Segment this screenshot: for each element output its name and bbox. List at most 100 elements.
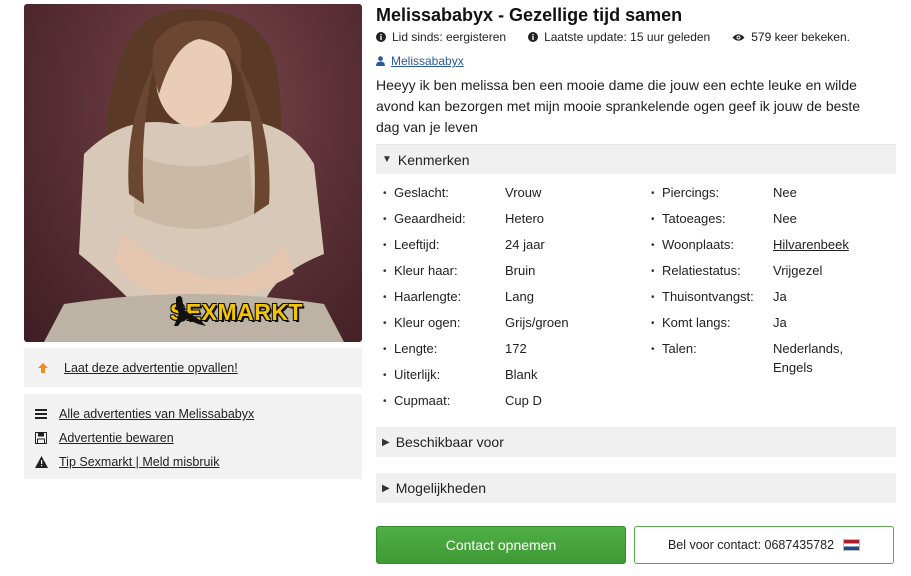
property-row: • Cupmaat: Cup D (383, 391, 569, 417)
properties-right: • Piercings: Nee • Tatoeages: Nee • Woonplaat… (651, 183, 883, 383)
property-key: Thuisontvangst: (662, 289, 754, 304)
property-key: Tatoeages: (662, 211, 726, 226)
property-row: • Relatiestatus: Vrijgezel (651, 261, 883, 287)
report-row: Tip Sexmarkt | Meld misbruik (34, 450, 362, 474)
property-row: • Talen: Nederlands, Engels (651, 339, 883, 383)
arrow-up-icon (36, 362, 50, 374)
city-link[interactable]: Hilvarenbeek (773, 235, 849, 261)
advertiser: Melissababyx (376, 54, 464, 68)
property-row: • Leeftijd: 24 jaar (383, 235, 569, 261)
property-value: Nee (773, 185, 797, 200)
all-ads-link[interactable]: Alle advertenties van Melissababyx (59, 407, 254, 421)
bullet-icon: • (383, 214, 387, 225)
bullet-icon: • (651, 266, 655, 277)
ad-title: Melissababyx - Gezellige tijd samen (376, 5, 683, 25)
sexmarkt-watermark: SEXMARKT (170, 292, 303, 332)
property-key: Woonplaats: (662, 237, 735, 252)
property-row: • Kleur ogen: Grijs/groen (383, 313, 569, 339)
property-row: • Kleur haar: Bruin (383, 261, 569, 287)
bullet-icon: • (651, 318, 655, 329)
property-value: Nee (773, 211, 797, 226)
ad-description: Heeyy ik ben melissa ben een mooie dame … (376, 77, 861, 135)
boost-ad-box: Laat deze advertentie opvallen! (24, 348, 362, 387)
property-row: • Komt langs: Ja (651, 313, 883, 339)
bullet-icon: • (651, 188, 655, 199)
property-key: Relatiestatus: (662, 263, 741, 278)
advertiser-link[interactable]: Melissababyx (391, 54, 464, 68)
bullet-icon: • (383, 188, 387, 199)
call-button-label: Bel voor contact: 0687435782 (667, 538, 835, 552)
caret-right-icon: ▶ (382, 436, 390, 448)
bullet-icon: • (651, 214, 655, 225)
last-update: Laatste update: 15 uur geleden (528, 30, 710, 44)
netherlands-flag-icon (843, 539, 861, 551)
property-value: Vrouw (505, 185, 542, 200)
eye-icon (732, 33, 745, 41)
property-value: Hetero (505, 211, 545, 226)
contact-button[interactable]: Contact opnemen (376, 526, 626, 564)
property-row: • Geaardheid: Hetero (383, 209, 569, 235)
caret-right-icon: ▶ (382, 482, 390, 494)
properties-left: • Geslacht: Vrouw • Geaardheid: Hetero • Leef… (383, 183, 569, 417)
property-value: 24 jaar (505, 237, 545, 252)
last-update-text: Laatste update: 15 uur geleden (544, 30, 711, 44)
property-value: Nederlands, Engels (773, 341, 844, 375)
property-row: • Lengte: 172 (383, 339, 569, 365)
section-kenmerken[interactable]: ▼ Kenmerken (376, 144, 896, 174)
ad-meta: Lid sinds: eergisteren Laatste update: 1… (376, 30, 872, 44)
profile-photo[interactable]: SEXMARKT (24, 4, 362, 342)
property-row: • Tatoeages: Nee (651, 209, 883, 235)
property-value: Vrijgezel (773, 263, 823, 278)
property-value: Bruin (505, 263, 536, 278)
report-link[interactable]: Tip Sexmarkt | Meld misbruik (59, 455, 219, 469)
bullet-icon: • (383, 240, 387, 251)
user-icon (376, 56, 385, 66)
boost-ad-link[interactable]: Laat deze advertentie opvallen! (64, 361, 238, 375)
save-ad-row: Advertentie bewaren (34, 426, 362, 450)
view-count-text: 579 keer bekeken. (751, 30, 850, 44)
property-value: Lang (505, 289, 534, 304)
view-count: 579 keer bekeken. (732, 30, 850, 44)
section-kenmerken-label: Kenmerken (397, 151, 470, 168)
property-key: Uiterlijk: (394, 367, 441, 382)
bullet-icon: • (383, 266, 387, 277)
save-ad-link[interactable]: Advertentie bewaren (59, 431, 174, 445)
section-beschikbaar[interactable]: ▶ Beschikbaar voor (376, 427, 896, 457)
property-key: Cupmaat: (394, 393, 451, 408)
caret-down-icon: ▼ (382, 154, 392, 165)
property-key: Leeftijd: (394, 237, 440, 252)
property-key: Komt langs: (662, 315, 731, 330)
warning-icon (34, 455, 48, 469)
property-key: Kleur ogen: (394, 315, 461, 330)
bullet-icon: • (651, 344, 655, 355)
bullet-icon: • (383, 344, 387, 355)
section-mogelijkheden[interactable]: ▶ Mogelijkheden (376, 473, 896, 503)
ad-actions-box: Alle advertenties van Melissababyx Adver… (24, 394, 362, 479)
property-row: • Woonplaats: Hilvarenbeek (651, 235, 883, 261)
bullet-icon: • (383, 396, 387, 407)
property-value: Grijs/groen (505, 315, 569, 330)
section-mogelijkheden-label: Mogelijkheden (395, 480, 486, 496)
bullet-icon: • (651, 240, 655, 251)
property-key: Kleur haar: (394, 263, 458, 278)
property-value: Cup D (505, 393, 542, 408)
property-value: Ja (773, 315, 787, 330)
property-value: Ja (773, 289, 787, 304)
bullet-icon: • (383, 292, 387, 303)
save-icon (34, 431, 48, 445)
property-key: Haarlengte: (394, 289, 462, 304)
member-since-text: Lid sinds: eergisteren (392, 30, 507, 44)
property-key: Geslacht: (394, 185, 449, 200)
property-value: 172 (505, 341, 527, 356)
call-button[interactable]: Bel voor contact: 0687435782 (634, 526, 894, 564)
property-row: • Thuisontvangst: Ja (651, 287, 883, 313)
property-row: • Geslacht: Vrouw (383, 183, 569, 209)
property-key: Talen: (662, 341, 697, 356)
bullet-icon: • (651, 292, 655, 303)
list-icon (34, 407, 48, 421)
info-icon (528, 32, 539, 42)
section-beschikbaar-label: Beschikbaar voor (395, 434, 504, 450)
info-icon (376, 32, 386, 42)
property-key: Lengte: (394, 341, 438, 356)
silhouette-figure-icon (174, 296, 206, 326)
